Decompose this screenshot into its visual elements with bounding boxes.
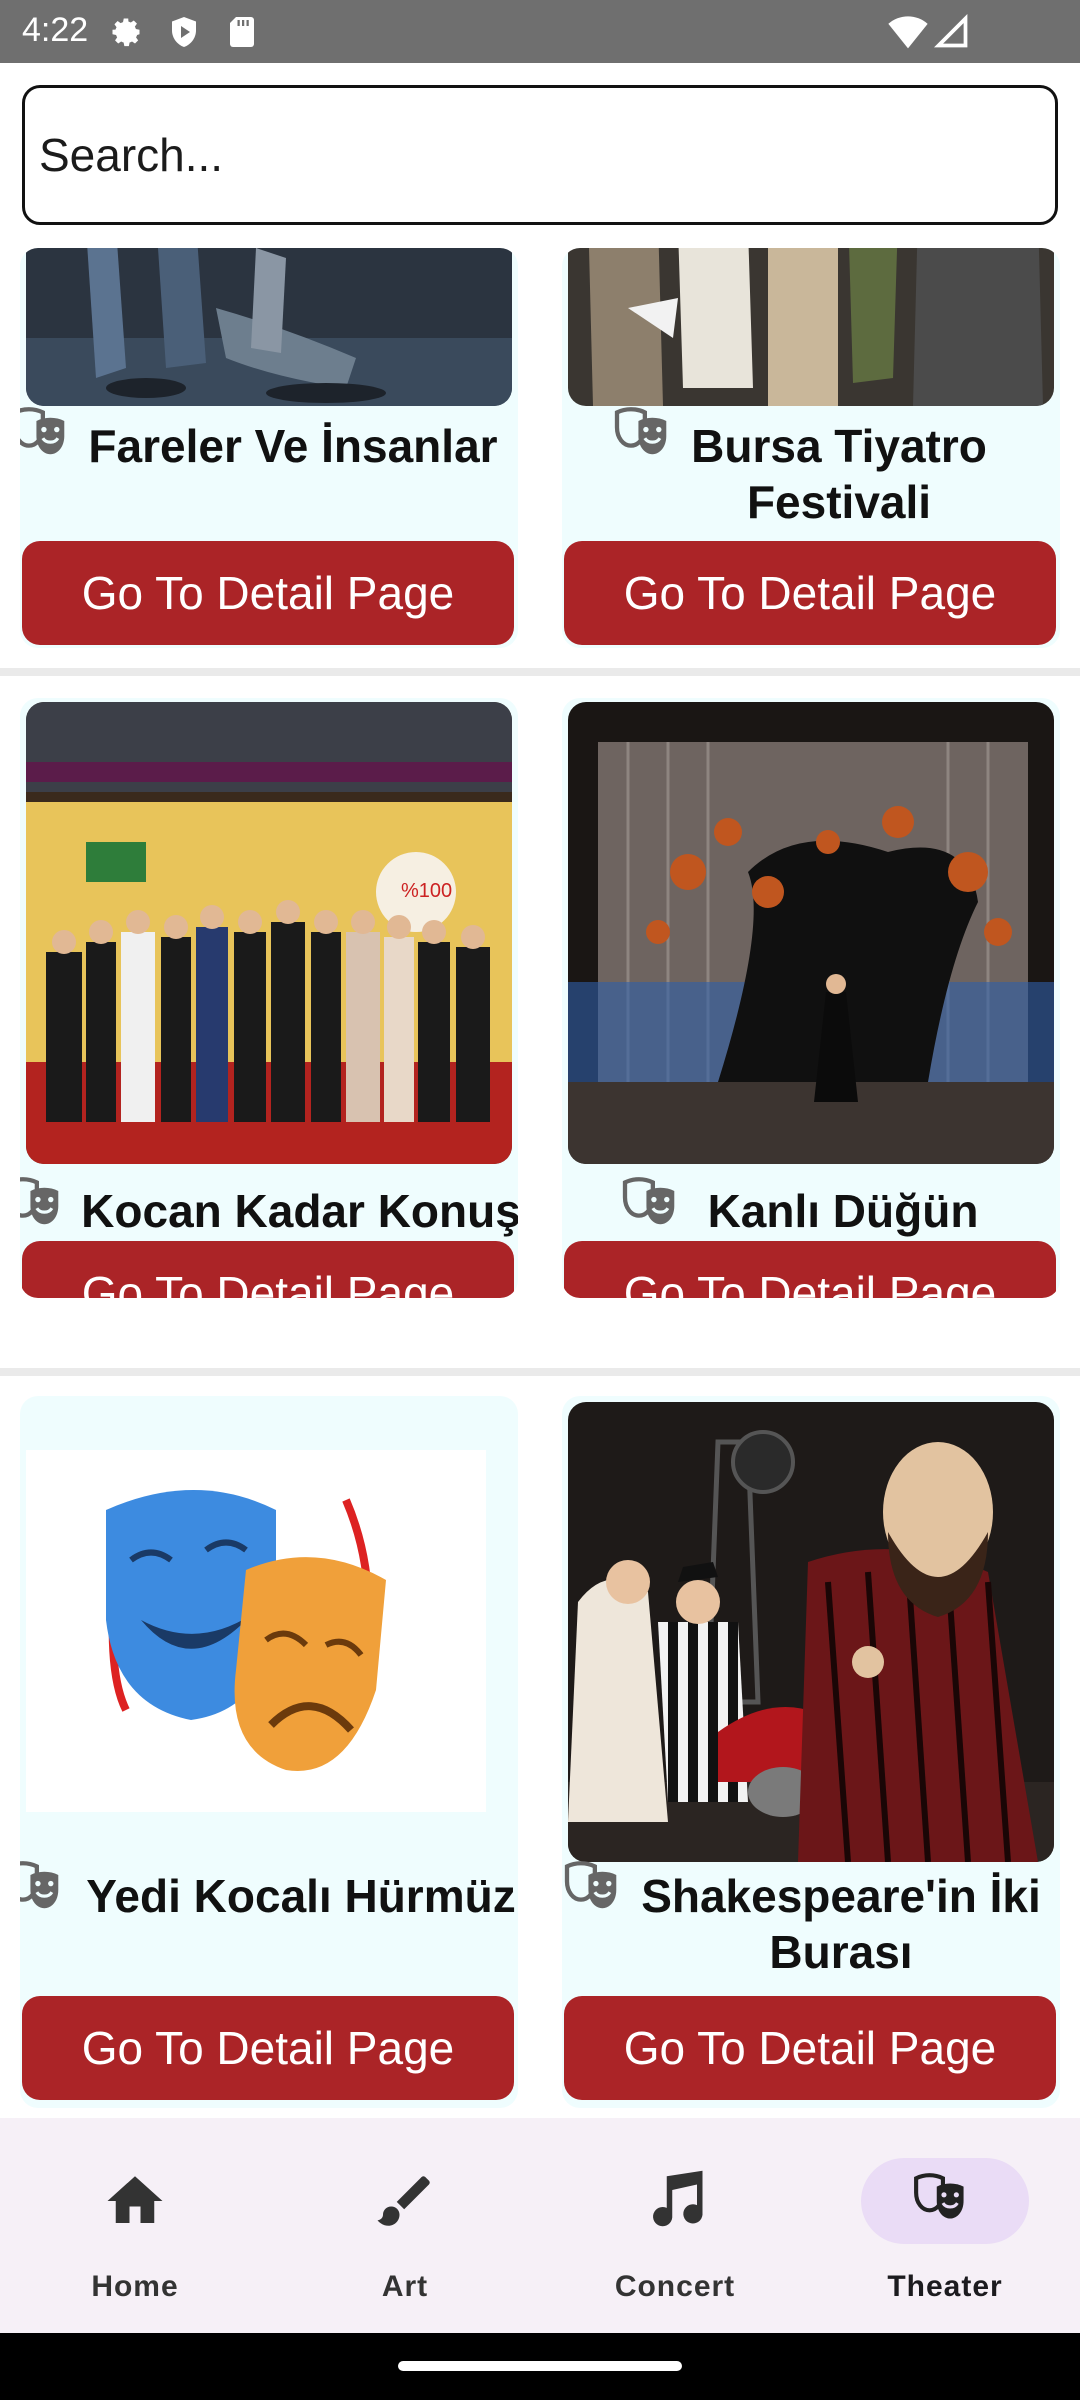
theater-card: Fareler Ve İnsanlar Go To Detail Page bbox=[20, 248, 518, 648]
brush-icon bbox=[377, 2176, 430, 2226]
shield-icon bbox=[172, 17, 196, 47]
theater-title: Yedi Kocalı Hürmüz bbox=[86, 1870, 516, 1922]
theater-image bbox=[26, 248, 512, 406]
nav-label-theater: Theater bbox=[887, 2270, 1003, 2303]
theater-masks-icon bbox=[914, 2173, 964, 2219]
search-input[interactable] bbox=[39, 88, 1039, 222]
home-icon bbox=[107, 2176, 163, 2223]
detail-button[interactable]: Go To Detail Page bbox=[22, 541, 514, 645]
music-note-icon bbox=[653, 2170, 703, 2227]
theater-card: Shakespeare'in İki Burası Go To Detail P… bbox=[562, 1396, 1060, 2108]
row-divider bbox=[0, 668, 1080, 676]
theater-title-line-2: Festivali bbox=[746, 476, 932, 528]
detail-button[interactable]: Go To Detail Page bbox=[564, 1996, 1056, 2100]
theater-card: %100 Kocan Kadar Konuş Go To Detail Page bbox=[20, 698, 518, 1298]
theater-card: Bursa Tiyatro Festivali Go To Detail Pag… bbox=[562, 248, 1060, 648]
theater-image bbox=[568, 702, 1054, 1164]
sd-card-icon bbox=[230, 17, 254, 47]
signal-icon bbox=[934, 14, 968, 48]
theater-title: Kocan Kadar Konuş bbox=[81, 1185, 518, 1237]
theater-card: Kanlı Düğün Go To Detail Page bbox=[562, 698, 1060, 1298]
theater-title: Kanlı Düğün bbox=[707, 1185, 979, 1237]
bottom-navigation: Home Art Concert Theater bbox=[0, 2118, 1080, 2333]
theater-title: Bursa Tiyatro bbox=[691, 420, 987, 472]
theater-title: Fareler Ve İnsanlar bbox=[88, 420, 498, 472]
theater-image: %100 bbox=[26, 702, 512, 1164]
theater-card: Yedi Kocalı Hürmüz Go To Detail Page bbox=[20, 1396, 518, 2108]
nav-label-art: Art bbox=[381, 2270, 429, 2303]
gesture-bar bbox=[0, 2333, 1080, 2400]
detail-button[interactable]: Go To Detail Page bbox=[564, 1241, 1056, 1298]
nav-label-concert: Concert bbox=[614, 2270, 736, 2303]
theater-image bbox=[568, 248, 1054, 406]
svg-text:%100: %100 bbox=[401, 880, 452, 902]
nav-item-theater[interactable]: Theater bbox=[810, 2118, 1080, 2333]
detail-button[interactable]: Go To Detail Page bbox=[22, 1241, 514, 1298]
wifi-icon bbox=[888, 16, 928, 49]
theater-title: Shakespeare'in İki bbox=[641, 1870, 1041, 1922]
status-time: 4:22 bbox=[22, 11, 89, 49]
search-box[interactable] bbox=[22, 85, 1058, 225]
theater-image bbox=[26, 1450, 486, 1812]
detail-button[interactable]: Go To Detail Page bbox=[564, 541, 1056, 645]
nav-item-art[interactable]: Art bbox=[270, 2118, 540, 2333]
row-divider bbox=[0, 1368, 1080, 1376]
theater-list[interactable]: Fareler Ve İnsanlar Go To Detail Page Bu… bbox=[0, 248, 1080, 2118]
theater-image bbox=[568, 1402, 1054, 1862]
nav-item-concert[interactable]: Concert bbox=[540, 2118, 810, 2333]
status-bar: 4:22 bbox=[0, 0, 1080, 63]
nav-item-home[interactable]: Home bbox=[0, 2118, 270, 2333]
theater-title-line-2: Burası bbox=[769, 1926, 913, 1978]
settings-icon bbox=[112, 18, 140, 47]
gesture-handle[interactable] bbox=[398, 2361, 682, 2371]
detail-button[interactable]: Go To Detail Page bbox=[22, 1996, 514, 2100]
nav-label-home: Home bbox=[91, 2270, 179, 2303]
